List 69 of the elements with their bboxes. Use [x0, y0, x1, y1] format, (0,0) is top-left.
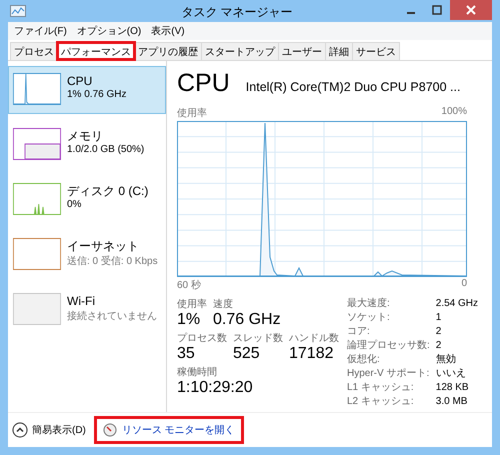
close-button[interactable] — [450, 0, 492, 20]
stat-label: 使用率 — [177, 298, 207, 311]
resource-detail: 接続されていません — [67, 310, 157, 323]
resource-item[interactable]: CPU 1% 0.76 GHz — [8, 66, 166, 114]
spec-label: L2 キャッシュ: — [347, 395, 415, 409]
stat-label: 稼働時間 — [177, 366, 218, 379]
menu-item[interactable]: ファイル(F) — [14, 24, 67, 38]
spec-value: 2 — [436, 339, 442, 353]
spec-label: 仮想化: — [347, 353, 381, 367]
menu-item[interactable]: 表示(V) — [151, 24, 185, 38]
spec-label: Hyper-V サポート: — [347, 367, 430, 381]
stat-value: 35 — [177, 345, 196, 363]
stat-value: 1% — [177, 311, 202, 329]
stat-value: 0.76 GHz — [213, 311, 281, 329]
resource-item[interactable]: イーサネット 送信: 0 受信: 0 Kbps — [8, 231, 166, 279]
tab[interactable]: 詳細 — [325, 42, 353, 60]
resource-name: メモリ — [67, 128, 104, 144]
spec-label: 最大速度: — [347, 297, 391, 311]
spec-label: コア: — [347, 325, 371, 339]
spec-value: いいえ — [436, 367, 467, 381]
spec-value: 3.0 MB — [436, 395, 468, 409]
stat-label: 速度 — [213, 298, 234, 311]
processor-model: Intel(R) Core(TM)2 Duo CPU P8700 ... — [246, 80, 460, 94]
tab[interactable]: スタートアップ — [201, 42, 279, 60]
axis-label: 100% — [441, 106, 467, 119]
tab[interactable]: ユーザー — [278, 42, 326, 60]
stat-value: 17182 — [289, 345, 334, 363]
resource-name: Wi-Fi — [67, 293, 96, 309]
spec-value: 2 — [436, 325, 442, 339]
resource-detail: 1% 0.76 GHz — [67, 89, 126, 100]
fewer-details-button[interactable]: 簡易表示(D) — [12, 422, 86, 438]
spec-label: ソケット: — [347, 311, 391, 325]
stat-label: ハンドル数 — [289, 332, 339, 345]
resource-detail: 送信: 0 受信: 0 Kbps — [67, 254, 158, 268]
close-icon — [466, 5, 476, 15]
stat-value: 1:10:29:20 — [177, 379, 254, 397]
resource-item[interactable]: Wi-Fi 接続されていません — [8, 286, 166, 334]
resource-item[interactable]: メモリ 1.0/2.0 GB (50%) — [8, 121, 166, 169]
tab[interactable]: サービス — [352, 42, 400, 60]
axis-label: 60 秒 — [177, 278, 201, 292]
axis-label: 0 — [461, 278, 467, 291]
minimize-icon — [407, 12, 415, 14]
gauge-icon — [102, 423, 117, 437]
window-title: タスク マネージャー — [180, 4, 294, 21]
spec-value: 2.54 GHz — [436, 297, 478, 311]
resource-name: CPU — [67, 73, 94, 89]
menu-item[interactable]: オプション(O) — [76, 24, 142, 38]
stat-label: スレッド数 — [233, 332, 283, 345]
tab[interactable]: パフォーマンス — [57, 42, 135, 60]
open-resource-monitor-link[interactable]: リソース モニターを開く — [94, 416, 244, 444]
collapse-icon — [12, 422, 28, 438]
spec-value: 128 KB — [436, 381, 470, 395]
spec-value: 1 — [436, 311, 442, 325]
resource-name: イーサネット — [67, 238, 140, 254]
spec-label: L1 キャッシュ: — [347, 381, 415, 395]
panel-title: CPU — [177, 69, 230, 98]
stat-label: プロセス数 — [177, 332, 227, 345]
spec-value: 無効 — [436, 353, 457, 367]
app-icon — [10, 5, 26, 19]
resource-detail: 1.0/2.0 GB (50%) — [67, 144, 144, 155]
tab[interactable]: アプリの履歴 — [134, 42, 202, 60]
axis-label: 使用率 — [177, 106, 207, 120]
resource-name: ディスク 0 (C:) — [67, 183, 148, 199]
resource-detail: 0% — [67, 199, 82, 210]
stat-value: 525 — [233, 345, 261, 363]
spec-label: 論理プロセッサ数: — [347, 339, 430, 353]
tab[interactable]: プロセス — [10, 42, 58, 60]
maximize-icon — [432, 5, 442, 15]
resource-item[interactable]: ディスク 0 (C:) 0% — [8, 176, 166, 224]
